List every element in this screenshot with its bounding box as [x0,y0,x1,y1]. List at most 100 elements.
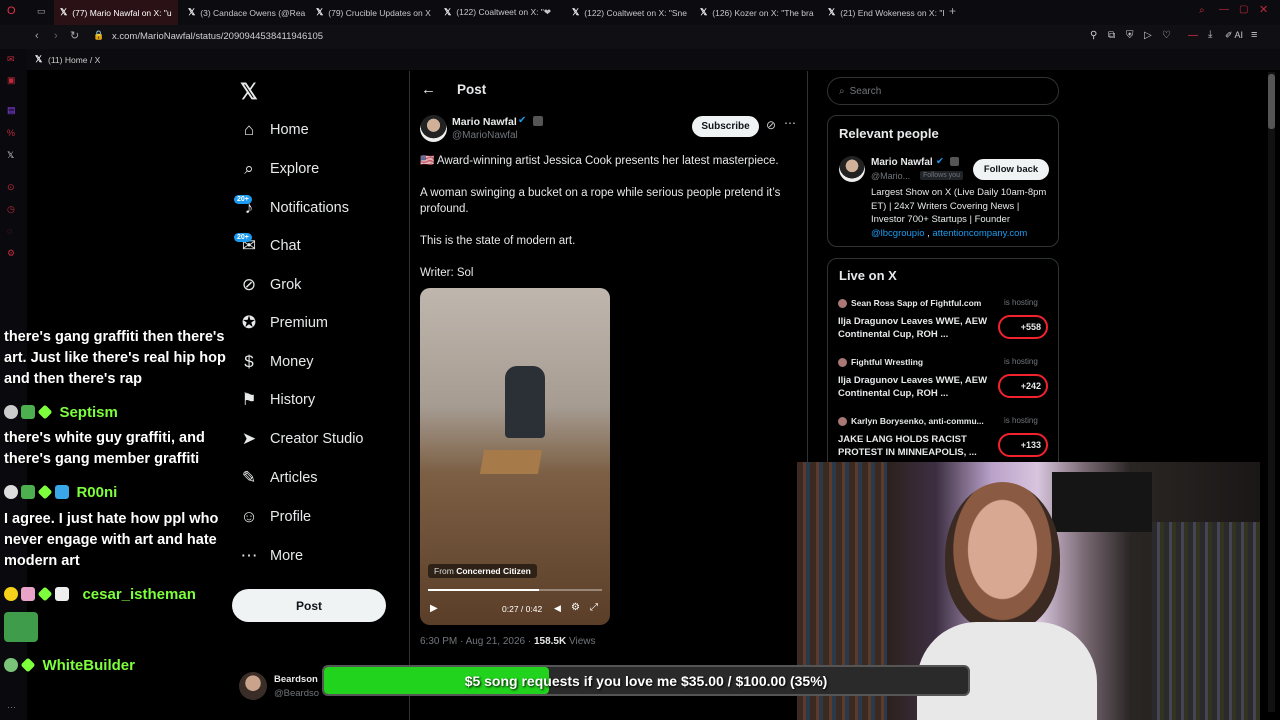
x-logo-icon: 𝕏 [828,7,836,17]
live-listener-count[interactable]: +133 [998,433,1048,457]
chat-message: there's white guy graffiti, and there's … [4,430,205,467]
bookmark-icon: ⚑ [241,390,257,409]
chat-icon[interactable]: ◌ [7,226,12,236]
tab-3[interactable]: 𝕏 (79) Crucible Updates on X [310,0,434,25]
search-tabs-icon[interactable]: ⌕ [1199,5,1205,16]
fullscreen-icon[interactable]: ⤢ [590,602,598,613]
x-logo-icon: 𝕏 [316,7,324,17]
search-input[interactable]: Search [850,86,882,97]
back-arrow-icon[interactable]: ← [421,81,436,98]
search-icon: ⌕ [244,159,254,178]
live-listener-count[interactable]: +558 [998,315,1048,339]
settings-icon[interactable]: ⚙ [571,602,580,613]
tab-2[interactable]: 𝕏 (3) Candace Owens (@Rea [182,0,306,25]
nav-item-premium[interactable]: ✪ Premium [238,308,328,338]
tab-menu-icon[interactable]: ▭ [37,6,46,17]
chat-username[interactable]: cesar_istheman [82,586,195,603]
nav-item-profile[interactable]: ☺ Profile [238,502,311,532]
tab-1[interactable]: 𝕏 (77) Mario Nawfal on X: "u [54,0,178,25]
more-options-icon[interactable]: ⋯ [784,116,796,130]
percent-icon[interactable]: % [7,128,15,138]
gear-icon[interactable]: ⚙ [7,248,15,259]
live-listener-count[interactable]: +242 [998,374,1048,398]
new-tab-icon[interactable]: + [949,4,956,18]
live-item[interactable]: Fightful Wrestling is hosting Ilja Draguno… [838,356,1050,408]
chat-username[interactable]: R00ni [76,484,117,501]
nav-item-explore[interactable]: ⌕ Explore [238,154,319,184]
bio-link[interactable]: @lbcgroupio [871,228,924,239]
video-player[interactable]: From Concerned Citizen ▶ 0:27 / 0:42 ◀ ⚙… [420,288,610,625]
page-scrollbar[interactable] [1268,72,1275,712]
tab-5[interactable]: 𝕏 (122) Coaltweet on X: "Sne [566,0,690,25]
play-icon[interactable]: ▶ [430,603,438,614]
ai-button[interactable]: ✐ AI [1225,30,1243,41]
url-field[interactable]: x.com/MarioNawfal/status/209094453841194… [112,31,323,42]
messenger-icon[interactable]: ✉ [7,54,15,65]
nav-label: Creator Studio [270,431,364,447]
bookmark-home[interactable]: (11) Home / X [48,55,100,65]
back-icon[interactable]: ‹ [35,30,39,42]
nav-item-more[interactable]: ⋯ More [238,541,304,571]
x-home-logo[interactable]: 𝕏 [240,79,258,105]
history-icon[interactable]: ◷ [7,204,15,215]
download-icon[interactable]: ⤓ [1208,29,1212,40]
video-scrubber[interactable] [428,589,602,591]
pin-icon[interactable]: ⚲ [1090,30,1097,41]
diamond-badge-icon [37,586,53,602]
nav-item-creator-studio[interactable]: ➤ Creator Studio [238,424,364,454]
tab-7[interactable]: 𝕏 (21) End Wokeness on X: "I [822,0,946,25]
video-source-tag[interactable]: From Concerned Citizen [428,564,537,578]
menu-icon[interactable]: ≡ [1251,29,1257,41]
bio-link[interactable]: attentioncompany.com [932,228,1027,239]
search-box[interactable]: ⌕ Search [827,77,1059,105]
live-status: is hosting [1004,357,1038,366]
x-sidebar-icon[interactable]: 𝕏 [7,150,14,161]
youtube-icon[interactable]: ▣ [7,75,16,86]
tab-6[interactable]: 𝕏 (126) Kozer on X: "The bra [694,0,818,25]
grok-explain-icon[interactable]: ⊘ [766,118,776,132]
forward-icon[interactable]: › [54,30,58,42]
nav-item-history[interactable]: ⚑ History [238,385,315,415]
close-window-icon[interactable]: ✕ [1259,3,1268,16]
tab-4[interactable]: 𝕏 (122) Coaltweet on X: "❤ [438,0,562,25]
screenshot-icon[interactable]: ⧉ [1108,30,1115,41]
nav-item-money[interactable]: $ Money [238,347,313,377]
nav-item-chat[interactable]: ✉ 20+ Chat [234,231,301,261]
live-host: Sean Ross Sapp of Fightful.com [851,298,982,308]
settings-icon[interactable]: ⊙ [7,182,15,193]
rocket-icon: ➤ [241,429,257,448]
heart-icon[interactable]: ♡ [1162,30,1171,41]
author-avatar[interactable] [420,115,447,142]
chat-username[interactable]: WhiteBuilder [42,657,135,674]
shield-icon[interactable]: ⛨ [1126,30,1134,41]
diamond-badge-icon [20,657,36,673]
post-button[interactable]: Post [232,589,386,622]
volume-icon[interactable]: ◀ [554,603,561,614]
person-icon: ☺ [240,507,258,526]
post-timestamp: 6:30 PM · Aug 21, 2026 · [420,636,532,647]
twitch-icon[interactable]: ▤ [7,105,16,116]
nav-item-home[interactable]: ⌂ Home [238,115,309,145]
play-icon[interactable]: ▷ [1144,30,1152,41]
opera-logo-icon[interactable]: O [7,5,16,17]
account-avatar[interactable] [239,672,267,700]
follow-back-button[interactable]: Follow back [973,159,1049,180]
minimize-icon[interactable]: — [1219,4,1229,15]
more-sidebar-icon[interactable]: ⋯ [7,702,16,713]
author-name[interactable]: Mario Nawfal [452,116,517,128]
maximize-icon[interactable]: ▢ [1239,4,1248,15]
live-item[interactable]: Karlyn Borysenko, anti-commu... is hostin… [838,415,1050,467]
notification-badge: 20+ [234,233,252,242]
person-avatar[interactable] [839,156,865,182]
nav-item-notifications[interactable]: ♪ 20+ Notifications [234,193,349,223]
chat-username[interactable]: Septism [59,404,117,421]
post-header-title: Post [457,82,487,97]
nav-item-articles[interactable]: ✎ Articles [238,463,318,493]
live-on-x-card: Live on X Sean Ross Sapp of Fightful.com… [827,258,1059,473]
reload-icon[interactable]: ↻ [70,29,79,42]
person-name[interactable]: Mario Nawfal [871,157,933,168]
nav-item-grok[interactable]: ⊘ Grok [238,270,302,300]
subscribe-button[interactable]: Subscribe [692,116,759,137]
scrollbar-thumb[interactable] [1268,74,1275,129]
live-item[interactable]: Sean Ross Sapp of Fightful.com is hosting… [838,297,1050,349]
